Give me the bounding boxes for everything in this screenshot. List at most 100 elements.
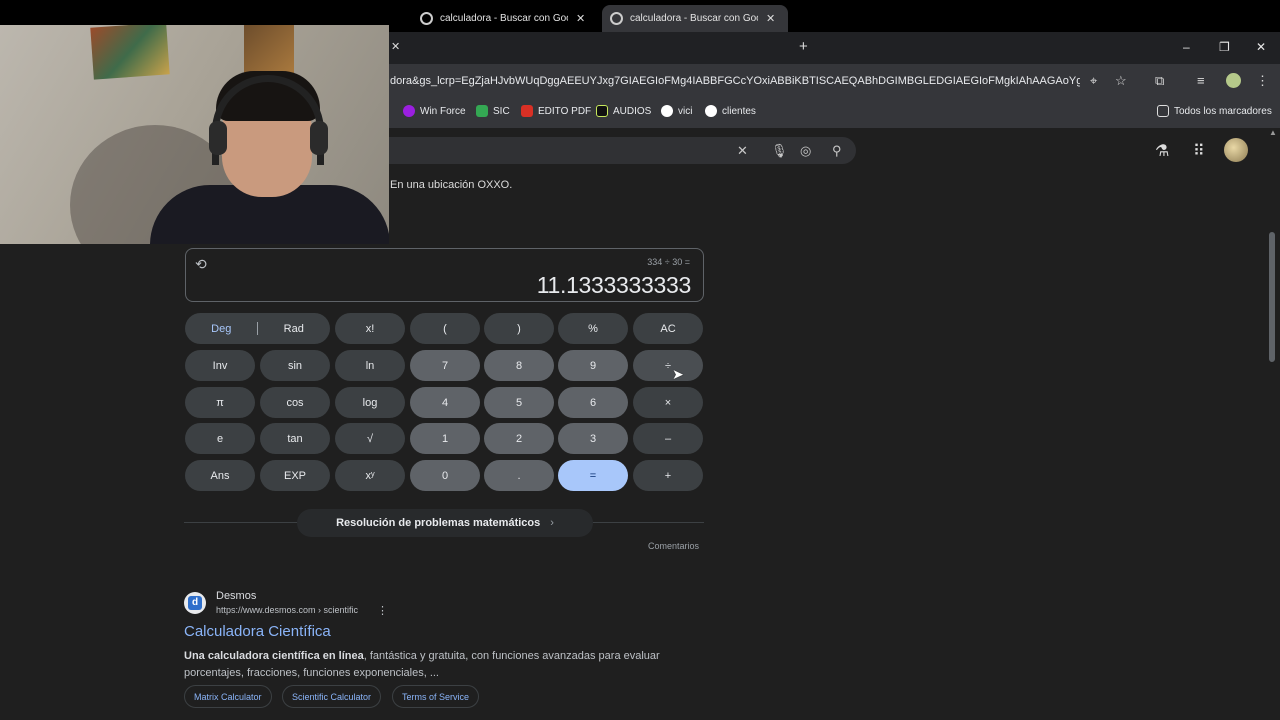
google-account-avatar[interactable] (1224, 138, 1248, 162)
key-0[interactable]: 0 (410, 460, 480, 491)
key-9[interactable]: 9 (558, 350, 628, 381)
prev-tab-close-icon[interactable]: ✕ (391, 40, 400, 53)
angle-mode-toggle[interactable]: Deg Rad (185, 313, 330, 344)
chevron-right-icon: › (550, 517, 554, 529)
address-bar[interactable]: dora&gs_lcrp=EgZjaHJvbWUqDggAEEUYJxg7GIA… (390, 75, 1080, 87)
chip-terms-of-service[interactable]: Terms of Service (392, 685, 480, 708)
headset-earcup (310, 121, 328, 155)
feedback-link[interactable]: Comentarios (648, 541, 699, 551)
wall-poster (90, 25, 170, 80)
key-3[interactable]: 3 (558, 423, 628, 454)
key-tan[interactable]: tan (260, 423, 330, 454)
key-multiply[interactable]: × (633, 387, 703, 418)
tab-close-icon[interactable]: ✕ (576, 12, 585, 25)
tab-close-icon[interactable]: ✕ (766, 12, 775, 25)
apps-grid-icon[interactable]: ⠿ (1193, 141, 1205, 161)
all-bookmarks[interactable]: Todos los marcadores (1157, 105, 1272, 117)
scrollbar-thumb[interactable] (1269, 232, 1275, 362)
key-inv[interactable]: Inv (185, 350, 255, 381)
labs-flask-icon[interactable]: ⚗ (1155, 141, 1169, 161)
location-pin-icon[interactable]: ⌖ (1090, 73, 1097, 89)
chip-scientific-calculator[interactable]: Scientific Calculator (282, 685, 382, 708)
profile-avatar[interactable] (1226, 73, 1241, 88)
key-e[interactable]: e (185, 423, 255, 454)
key-cos[interactable]: cos (260, 387, 330, 418)
math-solver-label: Resolución de problemas matemáticos (336, 517, 541, 529)
key-factorial[interactable]: x! (335, 313, 405, 344)
bookmark-vici[interactable]: vici (661, 105, 692, 117)
key-7[interactable]: 7 (410, 350, 480, 381)
wall-poster (244, 25, 294, 73)
history-icon[interactable]: ⟲ (195, 256, 207, 273)
bookmark-audios[interactable]: AUDIOS (596, 105, 651, 117)
rad-button[interactable]: Rad (258, 323, 331, 335)
key-sin[interactable]: sin (260, 350, 330, 381)
bookmark-edito-pdf[interactable]: EDITO PDF (521, 105, 591, 117)
key-subtract[interactable]: – (633, 423, 703, 454)
key-open-paren[interactable]: ( (410, 313, 480, 344)
key-5[interactable]: 5 (484, 387, 554, 418)
key-divide[interactable]: ÷ (633, 350, 703, 381)
minimize-button[interactable]: – (1183, 40, 1190, 54)
bookmark-clientes[interactable]: clientes (705, 105, 756, 117)
headset-earcup (209, 121, 227, 155)
browser-page: ✕ calculadora - Buscar con Google ✕ calc… (0, 0, 1280, 720)
calculator-expression: 334 ÷ 30 = (647, 257, 690, 267)
mouse-pointer-icon: ➤ (672, 366, 684, 382)
menu-kebab-icon[interactable]: ⋮ (1256, 73, 1269, 89)
audios-icon (596, 105, 608, 117)
folder-icon (1157, 105, 1169, 117)
key-close-paren[interactable]: ) (484, 313, 554, 344)
deg-button[interactable]: Deg (185, 323, 258, 335)
win-force-icon (403, 105, 415, 117)
globe-icon (661, 105, 673, 117)
key-2[interactable]: 2 (484, 423, 554, 454)
extensions-icon[interactable]: ⧉ (1155, 73, 1164, 89)
tab-title: calculadora - Buscar con Google (630, 13, 758, 24)
chip-matrix-calculator[interactable]: Matrix Calculator (184, 685, 272, 708)
close-window-button[interactable]: ✕ (1256, 40, 1266, 54)
result-snippet: Una calculadora científica en línea, fan… (184, 648, 684, 682)
result-title-link[interactable]: Calculadora Científica (184, 623, 331, 640)
key-exp[interactable]: EXP (260, 460, 330, 491)
math-solver-button[interactable]: Resolución de problemas matemáticos › (297, 509, 593, 537)
key-4[interactable]: 4 (410, 387, 480, 418)
key-6[interactable]: 6 (558, 387, 628, 418)
key-ans[interactable]: Ans (185, 460, 255, 491)
media-icon[interactable]: ≡ (1197, 73, 1205, 88)
key-ln[interactable]: ln (335, 350, 405, 381)
new-tab-button[interactable]: + (799, 38, 808, 55)
clientes-icon (705, 105, 717, 117)
restore-button[interactable]: ❐ (1219, 40, 1230, 54)
key-add[interactable]: + (633, 460, 703, 491)
google-icon (420, 12, 433, 25)
result-site-name: Desmos (216, 590, 257, 602)
tab-search-2[interactable]: calculadora - Buscar con Google ✕ (602, 5, 788, 32)
tab-strip (388, 32, 1280, 64)
snippet-bold: Una calculadora científica en línea (184, 650, 364, 662)
pdf-icon (521, 105, 533, 117)
key-power[interactable]: xʸ (335, 460, 405, 491)
key-log[interactable]: log (335, 387, 405, 418)
key-pi[interactable]: π (185, 387, 255, 418)
key-percent[interactable]: % (558, 313, 628, 344)
bookmark-win-force[interactable]: Win Force (403, 105, 466, 117)
mode-divider (257, 322, 258, 335)
bookmark-star-icon[interactable]: ☆ (1115, 73, 1127, 89)
key-8[interactable]: 8 (484, 350, 554, 381)
sic-icon (476, 105, 488, 117)
desmos-favicon: d (184, 592, 206, 614)
search-icon[interactable]: ⚲ (832, 143, 842, 159)
bookmark-sic[interactable]: SIC (476, 105, 510, 117)
key-decimal[interactable]: . (484, 460, 554, 491)
clear-search-icon[interactable]: ✕ (737, 143, 748, 159)
key-clear[interactable]: AC (633, 313, 703, 344)
key-sqrt[interactable]: √ (335, 423, 405, 454)
microphone-icon[interactable]: 🎙︎ (771, 143, 788, 159)
scroll-up-icon[interactable]: ▲ (1269, 128, 1277, 137)
lens-icon[interactable]: ◎ (800, 143, 811, 159)
more-options-icon[interactable]: ⋮ (377, 604, 388, 617)
tab-search-1[interactable]: calculadora - Buscar con Google ✕ (412, 5, 598, 32)
key-1[interactable]: 1 (410, 423, 480, 454)
key-equals[interactable]: = (558, 460, 628, 491)
